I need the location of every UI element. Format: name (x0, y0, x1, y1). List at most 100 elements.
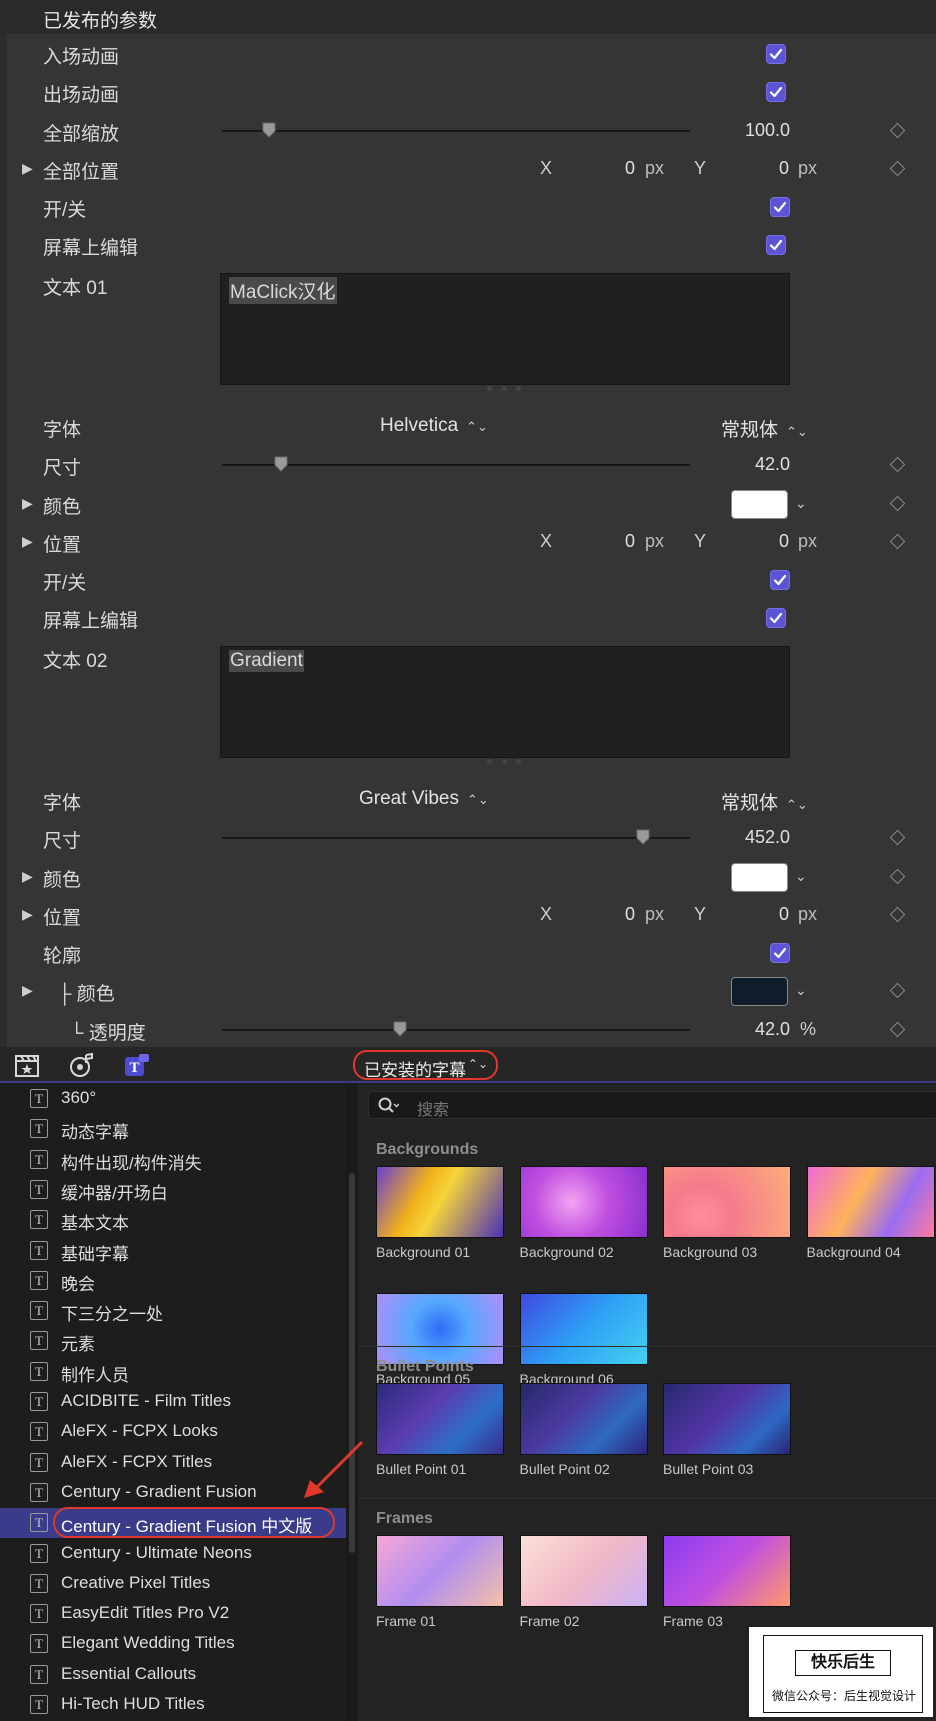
opacity-unit: % (800, 1019, 817, 1039)
all-scale-value[interactable]: 100.0 (745, 120, 790, 141)
text-02-field[interactable]: Gradient (220, 646, 790, 758)
clapper-star-icon[interactable] (14, 1053, 40, 1077)
text-01-field[interactable]: MaClick汉化 (220, 273, 790, 385)
x-value[interactable]: 0 (625, 531, 635, 552)
title-thumbnail[interactable]: Bullet Point 01 (376, 1383, 504, 1477)
sidebar-item[interactable]: T ACIDBITE - Film Titles (0, 1387, 346, 1417)
title-thumbnail[interactable]: Bullet Point 02 (519, 1383, 648, 1477)
disclosure-triangle-icon[interactable]: ▶ (22, 495, 33, 512)
sidebar-item[interactable]: T Essential Callouts (0, 1660, 346, 1690)
sidebar-item[interactable]: T 动态字幕 (0, 1114, 346, 1144)
outline-checkbox[interactable] (770, 943, 790, 963)
font-style-2-popup[interactable]: 常规体 ⌃⌄ (721, 788, 808, 815)
title-thumbnail[interactable]: Frame 03 (663, 1535, 791, 1629)
sidebar-item[interactable]: T 360° (0, 1085, 346, 1114)
chevron-down-icon[interactable]: ⌄ (795, 982, 807, 999)
param-label: ├ 颜色 (58, 984, 115, 1005)
sidebar-item[interactable]: T 基本文本 (0, 1205, 346, 1235)
x-value[interactable]: 0 (625, 158, 635, 179)
sidebar-item[interactable]: T 元素 (0, 1326, 346, 1356)
y-unit: px (798, 904, 818, 924)
sidebar-item[interactable]: T Creative Pixel Titles (0, 1569, 346, 1599)
size-2-slider[interactable] (222, 837, 690, 839)
music-photo-icon[interactable] (69, 1053, 95, 1077)
disclosure-triangle-icon[interactable]: ▶ (22, 160, 33, 177)
all-scale-slider[interactable] (222, 130, 690, 132)
y-value[interactable]: 0 (779, 904, 789, 925)
title-thumbnail[interactable]: Frame 02 (519, 1535, 648, 1629)
installed-titles-popup[interactable]: 已安装的字幕 ⌃⌄ (353, 1050, 498, 1080)
keyframe-diamond-icon[interactable] (889, 1021, 906, 1038)
keyframe-diamond-icon[interactable] (889, 160, 906, 177)
keyframe-diamond-icon[interactable] (889, 495, 906, 512)
sidebar-item[interactable]: T Century - Gradient Fusion 中文版 (0, 1507, 346, 1539)
color-2-swatch[interactable] (731, 863, 788, 892)
title-thumbnail[interactable]: Bullet Point 03 (663, 1383, 791, 1477)
thumbnail-caption: Bullet Point 03 (663, 1461, 754, 1477)
onscreen-edit-2-checkbox[interactable] (766, 608, 786, 628)
y-value[interactable]: 0 (779, 158, 789, 179)
title-thumbnail[interactable]: Background 03 (663, 1166, 791, 1260)
outline-color-swatch[interactable] (731, 977, 788, 1006)
onoff-2-checkbox[interactable] (770, 570, 790, 590)
text-01-value[interactable]: MaClick汉化 (229, 277, 337, 304)
slider-thumb-icon[interactable] (262, 122, 276, 138)
disclosure-triangle-icon[interactable]: ▶ (22, 868, 33, 885)
sidebar-item[interactable]: T AleFX - FCPX Looks (0, 1417, 346, 1447)
search-input[interactable]: 搜索 (368, 1091, 936, 1119)
color-1-swatch[interactable] (731, 490, 788, 519)
onscreen-edit-1-checkbox[interactable] (766, 235, 786, 255)
keyframe-diamond-icon[interactable] (889, 456, 906, 473)
title-thumbnail[interactable]: Background 04 (806, 1166, 935, 1260)
out-animation-checkbox[interactable] (766, 82, 786, 102)
keyframe-diamond-icon[interactable] (889, 906, 906, 923)
sidebar-item[interactable]: T 晚会 (0, 1266, 346, 1296)
opacity-value[interactable]: 42.0 (755, 1019, 790, 1040)
onoff-1-checkbox[interactable] (770, 197, 790, 217)
y-value[interactable]: 0 (779, 531, 789, 552)
sidebar-item[interactable]: T 缓冲器/开场白 (0, 1175, 346, 1205)
size-2-value[interactable]: 452.0 (745, 827, 790, 848)
title-thumbnail[interactable]: Background 02 (519, 1166, 648, 1260)
disclosure-triangle-icon[interactable]: ▶ (22, 982, 33, 999)
text-02-value[interactable]: Gradient (229, 650, 304, 672)
font-style-1-popup[interactable]: 常规体 ⌃⌄ (721, 415, 808, 442)
sidebar-item[interactable]: T 下三分之一处 (0, 1296, 346, 1326)
keyframe-diamond-icon[interactable] (889, 868, 906, 885)
opacity-slider[interactable] (222, 1029, 690, 1031)
sidebar-item[interactable]: T EasyEdit Titles Pro V2 (0, 1599, 346, 1629)
keyframe-diamond-icon[interactable] (889, 829, 906, 846)
size-1-slider[interactable] (222, 464, 690, 466)
resize-grip-icon[interactable] (487, 759, 521, 765)
size-1-value[interactable]: 42.0 (755, 454, 790, 475)
chevron-down-icon[interactable]: ⌄ (795, 868, 807, 885)
sidebar-item[interactable]: T 基础字幕 (0, 1236, 346, 1266)
sidebar-item[interactable]: T 制作人员 (0, 1357, 346, 1387)
sidebar-item[interactable]: T Century - Ultimate Neons (0, 1539, 346, 1569)
keyframe-diamond-icon[interactable] (889, 982, 906, 999)
disclosure-triangle-icon[interactable]: ▶ (22, 906, 33, 923)
titles-icon[interactable]: T (124, 1053, 150, 1077)
sidebar-item[interactable]: T Elegant Wedding Titles (0, 1629, 346, 1659)
title-thumbnail[interactable]: Background 06 (519, 1293, 648, 1387)
in-animation-checkbox[interactable] (766, 44, 786, 64)
slider-thumb-icon[interactable] (636, 829, 650, 845)
sidebar-item[interactable]: T Hi-Tech HUD Titles (0, 1690, 346, 1720)
keyframe-diamond-icon[interactable] (889, 533, 906, 550)
checkmark-icon (769, 612, 783, 624)
disclosure-triangle-icon[interactable]: ▶ (22, 533, 33, 550)
sidebar-item[interactable]: T AleFX - FCPX Titles (0, 1448, 346, 1478)
font-family-2-popup[interactable]: Great Vibes ⌃⌄ (359, 788, 489, 810)
title-thumbnail[interactable]: Background 01 (376, 1166, 504, 1260)
sidebar-item[interactable]: T Century - Gradient Fusion (0, 1478, 346, 1508)
sidebar-scrollbar[interactable] (346, 1085, 358, 1721)
slider-thumb-icon[interactable] (393, 1021, 407, 1037)
resize-grip-icon[interactable] (487, 386, 521, 392)
font-family-1-popup[interactable]: Helvetica ⌃⌄ (380, 415, 488, 437)
chevron-down-icon[interactable]: ⌄ (795, 495, 807, 512)
x-value[interactable]: 0 (625, 904, 635, 925)
slider-thumb-icon[interactable] (274, 456, 288, 472)
sidebar-item[interactable]: T 构件出现/构件消失 (0, 1145, 346, 1175)
keyframe-diamond-icon[interactable] (889, 122, 906, 139)
title-thumbnail[interactable]: Frame 01 (376, 1535, 504, 1629)
